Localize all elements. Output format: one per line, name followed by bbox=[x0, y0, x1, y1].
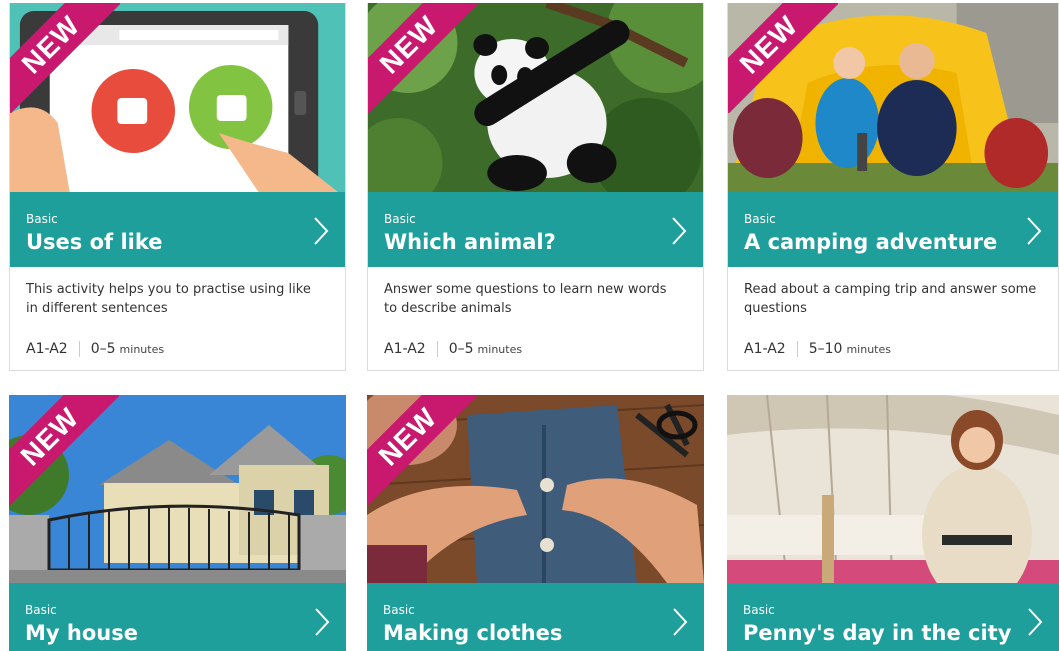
activity-card[interactable]: NEW Basic Which animal? Answer some ques… bbox=[367, 3, 704, 371]
card-title[interactable]: Making clothes bbox=[383, 621, 562, 645]
card-image-camping[interactable] bbox=[728, 3, 1058, 192]
card-meta: A1-A2 5–10 minutes bbox=[744, 341, 891, 357]
card-title-band[interactable]: Basic My house bbox=[9, 583, 346, 651]
card-title[interactable]: Penny's day in the city bbox=[743, 621, 1011, 645]
duration: 0–5 bbox=[90, 341, 116, 357]
chevron-right-icon[interactable] bbox=[670, 607, 690, 637]
card-image-station[interactable] bbox=[727, 395, 1059, 583]
activity-card[interactable]: NEW Basic Making clothes bbox=[367, 395, 704, 651]
card-title[interactable]: My house bbox=[25, 621, 138, 645]
card-title[interactable]: A camping adventure bbox=[744, 230, 997, 254]
duration-unit: minutes bbox=[846, 343, 891, 356]
card-description: Read about a camping trip and answer som… bbox=[744, 282, 1037, 316]
card-title-band[interactable]: Basic Making clothes bbox=[367, 583, 704, 651]
activity-card[interactable]: NEW Basic A camping adventure Read about… bbox=[727, 3, 1059, 371]
card-description: Answer some questions to learn new words… bbox=[384, 282, 667, 316]
card-image-panda[interactable] bbox=[368, 3, 703, 192]
duration-unit: minutes bbox=[119, 343, 165, 356]
divider bbox=[78, 341, 80, 357]
duration: 0–5 bbox=[448, 341, 474, 357]
divider bbox=[436, 341, 438, 357]
cefr-level: A1-A2 bbox=[384, 341, 426, 357]
level-label: Basic bbox=[26, 212, 58, 226]
chevron-right-icon[interactable] bbox=[669, 216, 689, 246]
activity-card[interactable]: Basic Penny's day in the city bbox=[727, 395, 1059, 651]
card-title-band[interactable]: Basic Uses of like bbox=[10, 192, 345, 267]
level-label: Basic bbox=[384, 212, 416, 226]
level-label: Basic bbox=[25, 603, 57, 617]
duration: 5–10 bbox=[808, 341, 843, 357]
duration-unit: minutes bbox=[477, 343, 523, 356]
card-title-band[interactable]: Basic Penny's day in the city bbox=[727, 583, 1059, 651]
cefr-level: A1-A2 bbox=[26, 341, 68, 357]
card-image-sewing[interactable] bbox=[367, 395, 704, 583]
card-title-band[interactable]: Basic Which animal? bbox=[368, 192, 703, 267]
card-image-house[interactable] bbox=[9, 395, 346, 583]
level-label: Basic bbox=[383, 603, 415, 617]
card-description: This activity helps you to practise usin… bbox=[26, 282, 311, 316]
activity-card[interactable]: NEW Basic My house bbox=[9, 395, 346, 651]
card-title-band[interactable]: Basic A camping adventure bbox=[728, 192, 1058, 267]
card-meta: A1-A2 0–5 minutes bbox=[384, 341, 522, 357]
activity-card[interactable]: NEW Basic Uses of like This activity hel… bbox=[9, 3, 346, 371]
chevron-right-icon[interactable] bbox=[311, 216, 331, 246]
chevron-right-icon[interactable] bbox=[1025, 607, 1045, 637]
card-meta: A1-A2 0–5 minutes bbox=[26, 341, 164, 357]
chevron-right-icon[interactable] bbox=[1024, 216, 1044, 246]
chevron-right-icon[interactable] bbox=[312, 607, 332, 637]
level-label: Basic bbox=[744, 212, 776, 226]
card-title[interactable]: Uses of like bbox=[26, 230, 163, 254]
card-image-tablet-thumbs[interactable] bbox=[10, 3, 345, 192]
level-label: Basic bbox=[743, 603, 775, 617]
card-title[interactable]: Which animal? bbox=[384, 230, 556, 254]
divider bbox=[796, 341, 798, 357]
cefr-level: A1-A2 bbox=[744, 341, 786, 357]
